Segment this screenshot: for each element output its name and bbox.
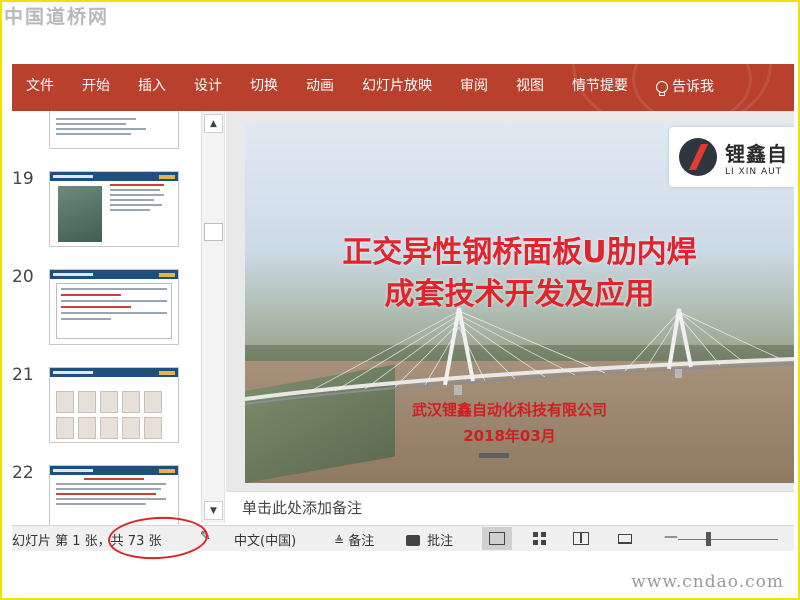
slide-thumbnails-panel: 19 20 21 22 [12, 111, 198, 526]
logo-english: LI XIN AUT [725, 166, 783, 177]
watermark-bottom: www.cndao.com [631, 572, 784, 592]
slide-editor: 锂鑫自 LI XIN AUT 正交异性钢桥面板U肋内焊 成套技术开发及应用 武汉… [226, 111, 794, 491]
tell-me-box[interactable]: 告诉我 [642, 64, 728, 111]
slide-date: 2018年03月 [463, 427, 556, 445]
reading-view-icon[interactable] [566, 527, 596, 550]
tell-me-label: 告诉我 [672, 79, 714, 95]
slide-title-line1: 正交异性钢桥面板U肋内焊 [342, 235, 697, 270]
logo-mark-icon [679, 138, 717, 176]
tab-transitions[interactable]: 切换 [236, 64, 292, 111]
slide-company: 武汉锂鑫自动化科技有限公司 [411, 401, 607, 419]
zoom-slider-thumb[interactable] [706, 532, 711, 546]
comments-button[interactable]: 批注 [406, 530, 453, 549]
scroll-thumb[interactable] [204, 223, 223, 241]
tab-design[interactable]: 设计 [180, 64, 236, 111]
tab-slideshow[interactable]: 幻灯片放映 [348, 64, 446, 111]
watermark-top: 中国道桥网 [4, 6, 110, 28]
slide-number-20: 20 [12, 267, 34, 287]
logo-chinese: 锂鑫自 [725, 141, 788, 166]
current-slide[interactable]: 锂鑫自 LI XIN AUT 正交异性钢桥面板U肋内焊 成套技术开发及应用 武汉… [245, 123, 794, 483]
notes-button[interactable]: ≜ 备注 [334, 530, 374, 549]
tab-file[interactable]: 文件 [12, 64, 68, 111]
tab-view[interactable]: 视图 [502, 64, 558, 111]
notes-pane[interactable]: 单击此处添加备注 [226, 491, 794, 523]
tab-animations[interactable]: 动画 [292, 64, 348, 111]
lightbulb-icon [656, 80, 668, 96]
tab-review[interactable]: 审阅 [446, 64, 502, 111]
tab-home[interactable]: 开始 [68, 64, 124, 111]
slide-title-line2: 成套技术开发及应用 [384, 277, 655, 312]
notes-placeholder: 单击此处添加备注 [242, 499, 363, 517]
notes-icon: ≜ [334, 534, 345, 548]
scroll-down-icon[interactable]: ▼ [204, 501, 223, 520]
tab-insert[interactable]: 插入 [124, 64, 180, 111]
slide-thumbnail-21[interactable] [49, 367, 179, 443]
slide-number-21: 21 [12, 365, 34, 385]
slide-thumbnail-19[interactable] [49, 171, 179, 247]
thumbnails-scrollbar[interactable]: ▲ ▼ [201, 111, 225, 523]
comments-button-label: 批注 [427, 534, 454, 549]
slide-sorter-icon[interactable] [524, 527, 554, 550]
slide-number-19: 19 [12, 169, 34, 189]
normal-view-icon[interactable] [482, 527, 512, 550]
slideshow-view-icon[interactable] [610, 527, 640, 550]
comment-icon [406, 535, 420, 546]
zoom-out-icon[interactable]: — [664, 529, 678, 545]
slide-thumbnail-18[interactable] [49, 111, 179, 149]
zoom-slider-track[interactable] [678, 539, 778, 540]
notes-button-label: 备注 [348, 534, 375, 549]
slide-number-22: 22 [12, 463, 34, 483]
tab-storyboard[interactable]: 情节提要 [558, 64, 642, 111]
company-logo: 锂鑫自 LI XIN AUT [669, 127, 794, 187]
scroll-up-icon[interactable]: ▲ [204, 114, 223, 133]
slide-thumbnail-20[interactable] [49, 269, 179, 345]
ribbon-tabs: 文件 开始 插入 设计 切换 动画 幻灯片放映 审阅 视图 情节提要 告诉我 [12, 64, 794, 111]
language-indicator[interactable]: 中文(中国) [234, 530, 296, 549]
